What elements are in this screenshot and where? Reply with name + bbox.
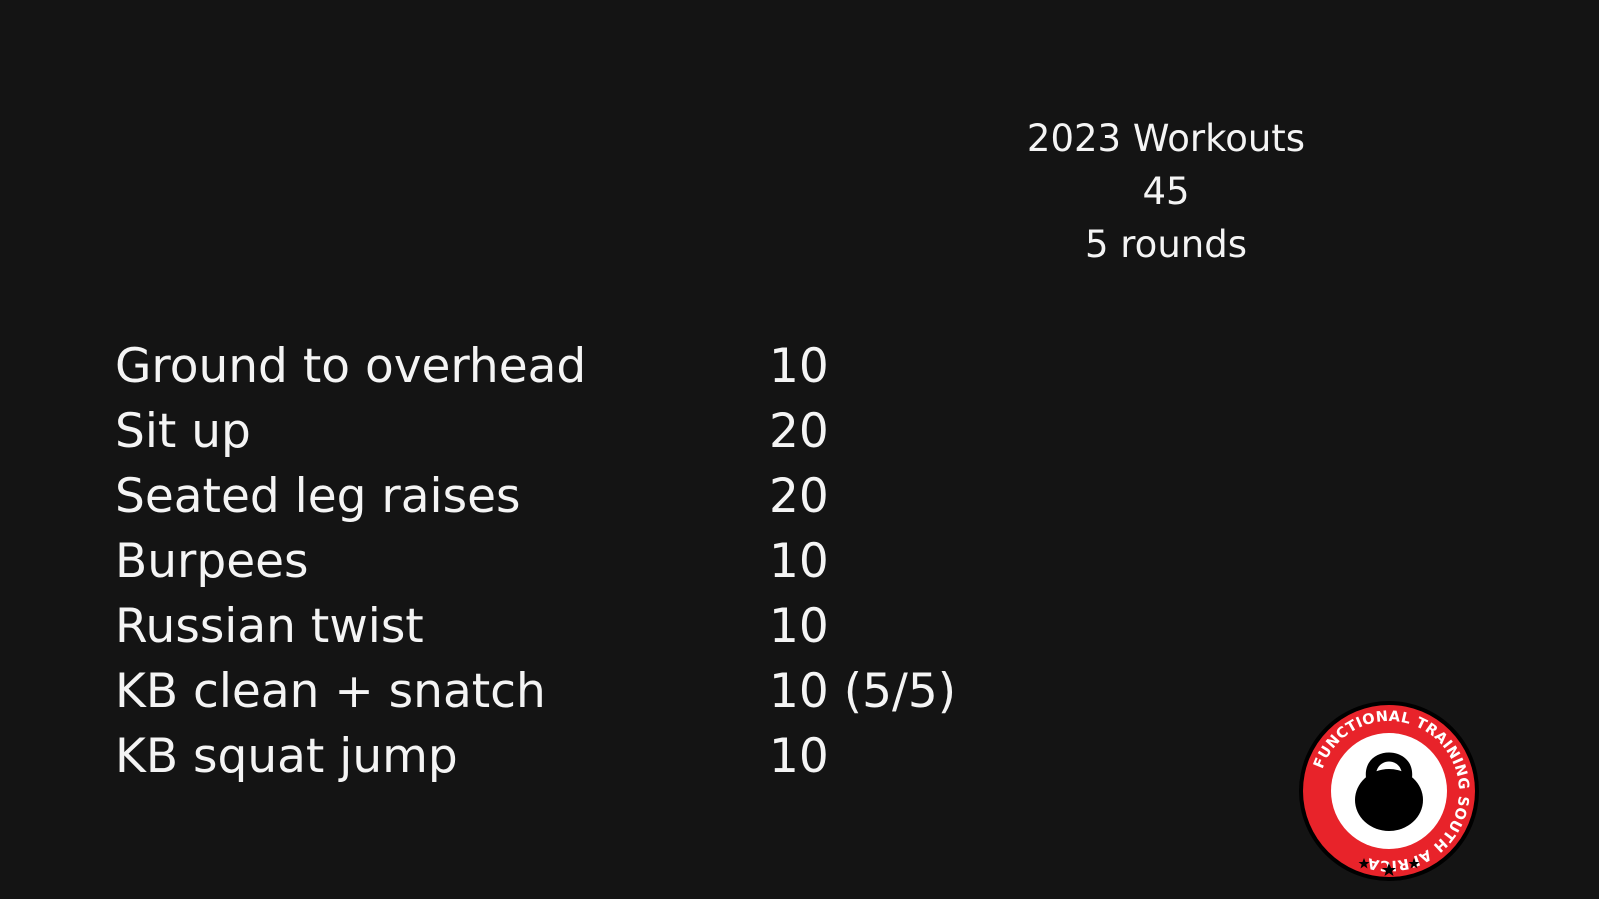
exercise-name: Sit up (115, 404, 251, 459)
logo-badge-icon: FUNCTIONAL TRAINING SOUTH AFRICA (1299, 701, 1479, 881)
exercise-name: Ground to overhead (115, 339, 587, 394)
exercise-reps: 10 (5/5) (769, 664, 957, 719)
fitness-logo: FUNCTIONAL TRAINING SOUTH AFRICA (1298, 700, 1480, 882)
exercise-name: Burpees (115, 534, 309, 589)
exercise-name: Russian twist (115, 599, 424, 654)
workout-header: 2023 Workouts 45 5 rounds (966, 112, 1366, 271)
exercise-reps: 10 (769, 534, 829, 589)
exercise-name: KB clean + snatch (115, 664, 546, 719)
exercise-reps: 10 (769, 339, 829, 394)
exercise-reps: 20 (769, 404, 829, 459)
workout-rounds: 5 rounds (1084, 223, 1247, 266)
exercise-name: KB squat jump (115, 729, 458, 784)
workout-title: 2023 Workouts (1026, 117, 1306, 160)
workout-number: 45 (1142, 170, 1190, 213)
exercise-reps: 20 (769, 469, 829, 524)
exercise-reps: 10 (769, 729, 829, 784)
exercise-reps: 10 (769, 599, 829, 654)
exercise-name: Seated leg raises (115, 469, 521, 524)
